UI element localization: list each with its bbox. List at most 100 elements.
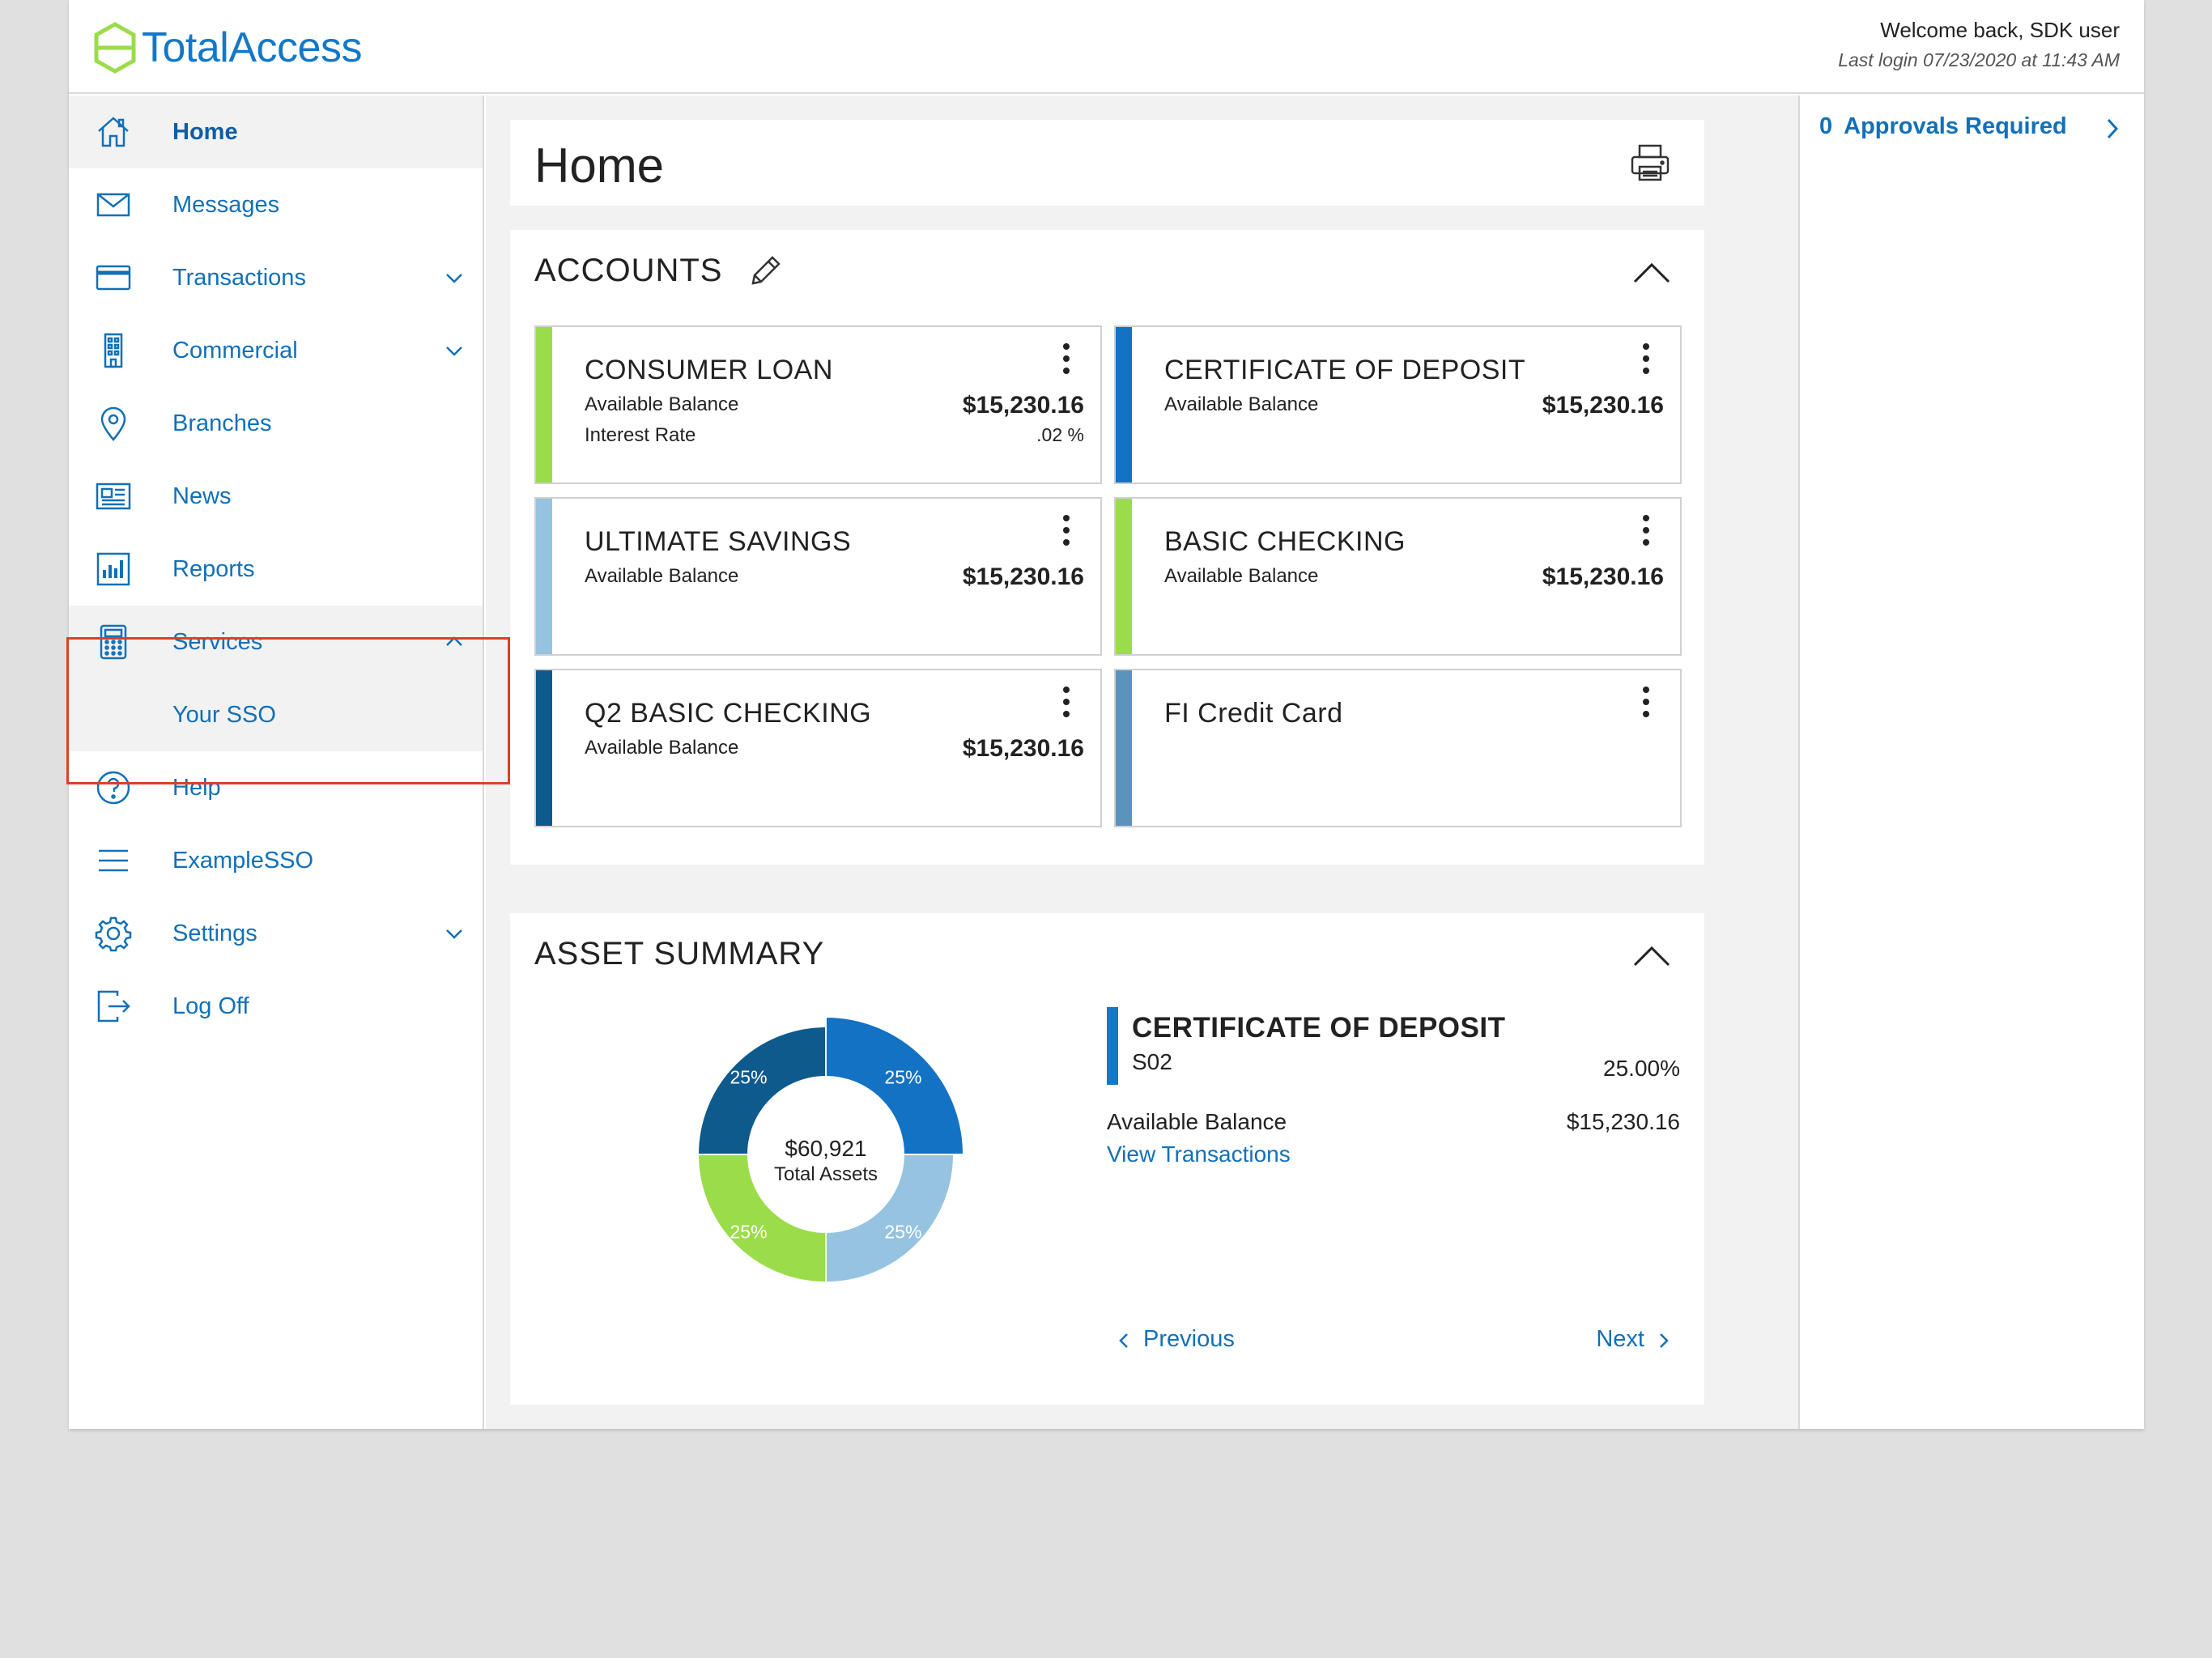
menu-lines-icon — [95, 842, 132, 879]
donut-segment-label: 25% — [730, 1067, 768, 1088]
account-name: ULTIMATE SAVINGS — [585, 526, 852, 557]
main-content: Home ACCOUNTS CONSUMER LOAN Available Bal… — [486, 96, 1798, 1429]
account-color-bar — [536, 670, 552, 826]
account-name: BASIC CHECKING — [1164, 526, 1406, 557]
welcome-block: Welcome back, SDK user Last login 07/23/… — [1838, 18, 2120, 71]
account-balance: $15,230.16 — [1542, 563, 1664, 590]
detail-balance: $15,230.16 — [1566, 1109, 1680, 1134]
sidebar-item-label: Your SSO — [172, 701, 276, 728]
logo[interactable]: TotalAccess — [93, 19, 362, 76]
account-card[interactable]: ULTIMATE SAVINGS Available Balance $15,230… — [534, 497, 1102, 656]
sidebar-item-reports[interactable]: Reports — [69, 533, 483, 606]
sidebar: Home Messages Transactions Commercial Br… — [69, 96, 484, 1429]
chevron-up-icon[interactable] — [1631, 261, 1672, 285]
account-card[interactable]: Q2 BASIC CHECKING Available Balance $15,23… — [534, 669, 1102, 827]
next-label: Next — [1596, 1326, 1644, 1352]
sidebar-item-examplesso[interactable]: ExampleSSO — [69, 824, 483, 897]
sidebar-item-help[interactable]: Help — [69, 751, 483, 824]
last-login-text: Last login 07/23/2020 at 11:43 AM — [1838, 49, 2120, 70]
chevron-down-icon[interactable] — [444, 340, 465, 361]
sidebar-item-transactions[interactable]: Transactions — [69, 241, 483, 314]
chevron-up-icon[interactable] — [1631, 944, 1672, 968]
detail-percent: 25.00% — [1603, 1056, 1680, 1081]
help-icon — [95, 769, 132, 806]
account-balance: $15,230.16 — [962, 563, 1084, 590]
kebab-menu-icon[interactable] — [1641, 687, 1651, 724]
logout-icon — [95, 988, 132, 1025]
account-label: Available Balance — [1164, 565, 1319, 587]
account-card[interactable]: CONSUMER LOAN Available Balance $15,230.16… — [534, 325, 1102, 484]
chevron-right-icon[interactable] — [2104, 117, 2121, 141]
card-icon — [95, 259, 132, 296]
kebab-menu-icon[interactable] — [1061, 343, 1071, 380]
sidebar-subitem-your-sso[interactable]: Your SSO — [69, 678, 483, 751]
sidebar-item-log-off[interactable]: Log Off — [69, 970, 483, 1043]
approvals-link[interactable]: 0 Approvals Required — [1819, 113, 2067, 140]
account-color-bar — [1116, 327, 1132, 483]
detail-subtitle: S02 — [1132, 1049, 1172, 1074]
account-label-secondary: Interest Rate — [585, 424, 696, 446]
sidebar-item-settings[interactable]: Settings — [69, 897, 483, 970]
sidebar-item-label: Services — [172, 628, 263, 655]
approvals-count: 0 — [1819, 113, 1833, 139]
newspaper-icon — [95, 478, 132, 515]
kebab-menu-icon[interactable] — [1061, 515, 1071, 552]
approvals-label: Approvals Required — [1844, 113, 2067, 139]
account-value-secondary: .02 % — [1036, 424, 1084, 445]
logo-text: TotalAccess — [142, 24, 362, 71]
calculator-icon — [95, 623, 132, 661]
sidebar-item-label: Log Off — [172, 993, 249, 1019]
chevron-down-icon[interactable] — [444, 267, 465, 288]
sidebar-item-label: Branches — [172, 410, 272, 436]
account-name: Q2 BASIC CHECKING — [585, 698, 872, 729]
sidebar-item-services[interactable]: Services — [69, 606, 483, 678]
account-color-bar — [1116, 670, 1132, 826]
print-icon[interactable] — [1628, 141, 1672, 185]
account-color-bar — [536, 327, 552, 483]
account-label: Available Balance — [585, 737, 739, 759]
accounts-panel: ACCOUNTS CONSUMER LOAN Available Balance $… — [510, 230, 1704, 865]
next-button[interactable]: Next — [1596, 1326, 1672, 1353]
page-title: Home — [534, 138, 665, 193]
sidebar-item-branches[interactable]: Branches — [69, 387, 483, 460]
accounts-title: ACCOUNTS — [534, 253, 723, 288]
previous-button[interactable]: Previous — [1116, 1326, 1235, 1353]
account-label: Available Balance — [1164, 393, 1319, 415]
right-panel: 0 Approvals Required — [1798, 96, 2144, 1429]
sidebar-item-news[interactable]: News — [69, 460, 483, 533]
account-card[interactable]: FI Credit Card — [1114, 669, 1682, 827]
account-card[interactable]: BASIC CHECKING Available Balance $15,230.1… — [1114, 497, 1682, 656]
chevron-up-icon[interactable] — [444, 631, 465, 653]
kebab-menu-icon[interactable] — [1641, 343, 1651, 380]
sidebar-item-messages[interactable]: Messages — [69, 168, 483, 241]
account-card[interactable]: CERTIFICATE OF DEPOSIT Available Balance $… — [1114, 325, 1682, 484]
sidebar-item-label: ExampleSSO — [172, 847, 314, 874]
sidebar-item-label: Commercial — [172, 337, 298, 363]
mail-icon — [95, 186, 132, 223]
app-window: TotalAccess Welcome back, SDK user Last … — [69, 0, 2144, 1429]
building-icon — [95, 332, 132, 369]
sidebar-item-label: Messages — [172, 191, 280, 218]
sidebar-item-label: Transactions — [172, 264, 306, 291]
account-color-bar — [1116, 499, 1132, 654]
detail-color-bar — [1107, 1007, 1118, 1085]
home-icon — [95, 113, 132, 151]
view-transactions-link[interactable]: View Transactions — [1107, 1141, 1291, 1167]
location-pin-icon — [95, 405, 132, 442]
donut-segment-label: 25% — [730, 1221, 768, 1242]
sidebar-item-commercial[interactable]: Commercial — [69, 314, 483, 387]
account-balance: $15,230.16 — [1542, 392, 1664, 419]
pencil-icon[interactable] — [745, 253, 784, 291]
account-name: CERTIFICATE OF DEPOSIT — [1164, 355, 1526, 385]
hexagon-logo-icon — [94, 22, 136, 74]
sidebar-item-home[interactable]: Home — [69, 96, 483, 168]
chevron-down-icon[interactable] — [444, 923, 465, 944]
account-balance: $15,230.16 — [962, 735, 1084, 762]
donut-segment-label: 25% — [884, 1221, 921, 1242]
page-title-panel: Home — [510, 120, 1704, 206]
asset-donut-chart: 25% 25% 25% 25% $60,921 Total Assets — [696, 1017, 963, 1284]
kebab-menu-icon[interactable] — [1641, 515, 1651, 552]
total-assets-value: $60,921 — [785, 1136, 866, 1161]
kebab-menu-icon[interactable] — [1061, 687, 1071, 724]
asset-summary-title: ASSET SUMMARY — [534, 936, 825, 971]
